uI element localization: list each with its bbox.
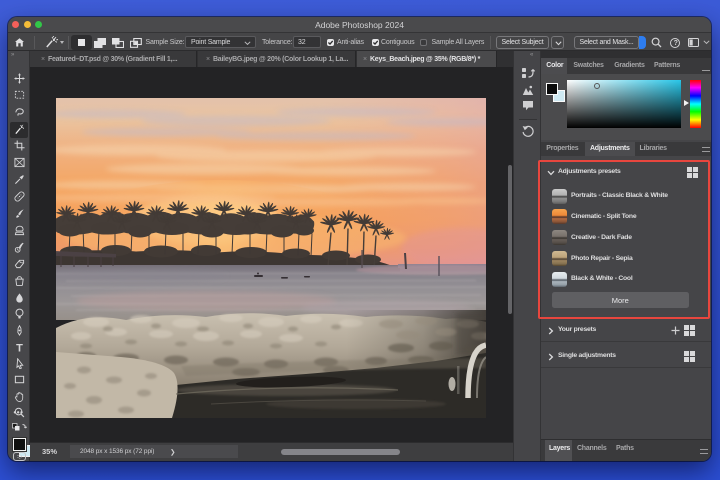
- svg-text:T: T: [16, 343, 23, 353]
